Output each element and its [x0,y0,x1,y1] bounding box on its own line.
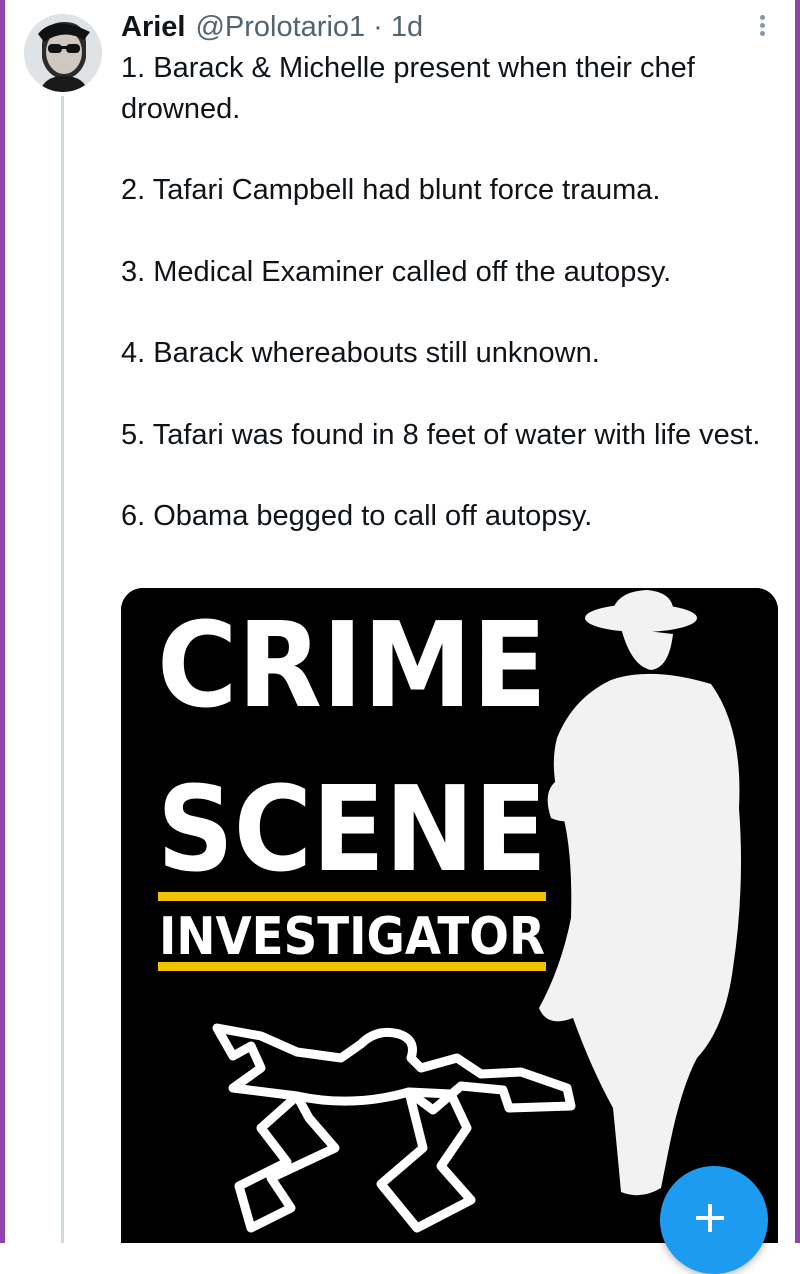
window-edge-left [0,0,5,1243]
thread-line [61,96,64,1243]
tweet-paragraph: 5. Tafari was found in 8 feet of water w… [121,418,761,451]
avatar[interactable] [24,14,102,92]
media-accent-bar-top [158,892,546,901]
tweet-paragraph: 1. Barack & Michelle present when their … [121,52,695,125]
more-vertical-icon[interactable] [752,12,772,44]
tweet-media-image[interactable]: CRIME SCENE INVESTIGATOR [121,588,778,1243]
tweet-header: Ariel @Prolotario1 · 1d [121,10,423,44]
tweet-paragraph: 4. Barack whereabouts still unknown. [121,337,600,369]
tweet-text: 1. Barack & Michelle present when their … [121,48,771,537]
plus-icon [696,1204,724,1232]
media-title-line-3: INVESTIGATOR [159,907,545,967]
separator-dot: · [373,10,383,43]
media-title-line-1: CRIME [157,596,547,734]
timestamp[interactable]: 1d [391,11,423,44]
tweet-paragraph: 2. Tafari Campbell had blunt force traum… [121,174,661,206]
author-handle[interactable]: @Prolotario1 [195,11,365,44]
author-name[interactable]: Ariel [121,11,185,44]
tweet-paragraph: 6. Obama begged to call off autopsy. [121,500,593,532]
compose-button[interactable] [660,1166,768,1274]
window-edge-right [795,0,800,1243]
media-title-line-2: SCENE [157,760,547,898]
tweet-paragraph: 3. Medical Examiner called off the autop… [121,255,672,288]
